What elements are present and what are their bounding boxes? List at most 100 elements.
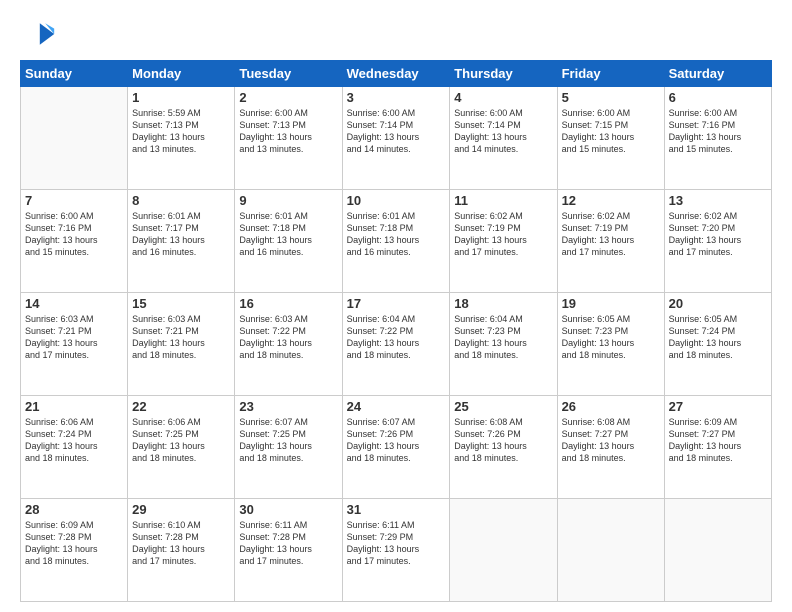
calendar-week-5: 28 Sunrise: 6:09 AM Sunset: 7:28 PM Dayli…	[21, 499, 772, 602]
day-info: Sunrise: 6:05 AM Sunset: 7:24 PM Dayligh…	[669, 313, 767, 362]
calendar-cell: 22 Sunrise: 6:06 AM Sunset: 7:25 PM Dayli…	[128, 396, 235, 499]
day-info: Sunrise: 6:11 AM Sunset: 7:29 PM Dayligh…	[347, 519, 446, 568]
day-number: 7	[25, 193, 123, 208]
day-number: 6	[669, 90, 767, 105]
calendar-cell: 21Sunrise: 6:06 AM Sunset: 7:24 PM Dayli…	[21, 396, 128, 499]
calendar-cell	[450, 499, 557, 602]
header-day-friday: Friday	[557, 61, 664, 87]
calendar-cell: 10 Sunrise: 6:01 AM Sunset: 7:18 PM Dayli…	[342, 190, 450, 293]
day-info: Sunrise: 6:04 AM Sunset: 7:23 PM Dayligh…	[454, 313, 552, 362]
day-info: Sunrise: 6:00 AM Sunset: 7:14 PM Dayligh…	[454, 107, 552, 156]
day-number: 15	[132, 296, 230, 311]
calendar-cell: 29Sunrise: 6:10 AM Sunset: 7:28 PM Dayli…	[128, 499, 235, 602]
day-info: Sunrise: 6:02 AM Sunset: 7:19 PM Dayligh…	[454, 210, 552, 259]
day-number: 2	[239, 90, 337, 105]
day-number: 10	[347, 193, 446, 208]
day-number: 8	[132, 193, 230, 208]
calendar-week-2: 7Sunrise: 6:00 AM Sunset: 7:16 PM Daylig…	[21, 190, 772, 293]
day-info: Sunrise: 6:03 AM Sunset: 7:21 PM Dayligh…	[132, 313, 230, 362]
day-info: Sunrise: 6:01 AM Sunset: 7:18 PM Dayligh…	[239, 210, 337, 259]
day-number: 9	[239, 193, 337, 208]
logo-icon	[20, 16, 56, 52]
day-info: Sunrise: 6:06 AM Sunset: 7:25 PM Dayligh…	[132, 416, 230, 465]
calendar-cell: 19 Sunrise: 6:05 AM Sunset: 7:23 PM Dayli…	[557, 293, 664, 396]
day-number: 22	[132, 399, 230, 414]
day-info: Sunrise: 6:00 AM Sunset: 7:15 PM Dayligh…	[562, 107, 660, 156]
header	[20, 16, 772, 52]
day-info: Sunrise: 6:08 AM Sunset: 7:27 PM Dayligh…	[562, 416, 660, 465]
day-info: Sunrise: 6:02 AM Sunset: 7:19 PM Dayligh…	[562, 210, 660, 259]
page: SundayMondayTuesdayWednesdayThursdayFrid…	[0, 0, 792, 612]
day-number: 12	[562, 193, 660, 208]
day-info: Sunrise: 6:05 AM Sunset: 7:23 PM Dayligh…	[562, 313, 660, 362]
day-info: Sunrise: 6:09 AM Sunset: 7:27 PM Dayligh…	[669, 416, 767, 465]
header-day-thursday: Thursday	[450, 61, 557, 87]
calendar-cell	[557, 499, 664, 602]
calendar-cell: 20 Sunrise: 6:05 AM Sunset: 7:24 PM Dayli…	[664, 293, 771, 396]
day-info: Sunrise: 6:03 AM Sunset: 7:22 PM Dayligh…	[239, 313, 337, 362]
calendar-cell	[664, 499, 771, 602]
calendar-cell: 31 Sunrise: 6:11 AM Sunset: 7:29 PM Dayli…	[342, 499, 450, 602]
day-info: Sunrise: 5:59 AM Sunset: 7:13 PM Dayligh…	[132, 107, 230, 156]
day-number: 25	[454, 399, 552, 414]
day-number: 1	[132, 90, 230, 105]
day-number: 3	[347, 90, 446, 105]
header-day-tuesday: Tuesday	[235, 61, 342, 87]
calendar-week-4: 21Sunrise: 6:06 AM Sunset: 7:24 PM Dayli…	[21, 396, 772, 499]
day-info: Sunrise: 6:06 AM Sunset: 7:24 PM Dayligh…	[25, 416, 123, 465]
calendar-cell: 23 Sunrise: 6:07 AM Sunset: 7:25 PM Dayli…	[235, 396, 342, 499]
day-number: 13	[669, 193, 767, 208]
day-number: 18	[454, 296, 552, 311]
header-day-monday: Monday	[128, 61, 235, 87]
day-info: Sunrise: 6:08 AM Sunset: 7:26 PM Dayligh…	[454, 416, 552, 465]
day-number: 23	[239, 399, 337, 414]
day-number: 29	[132, 502, 230, 517]
calendar-cell: 8 Sunrise: 6:01 AM Sunset: 7:17 PM Daylig…	[128, 190, 235, 293]
calendar-week-3: 14 Sunrise: 6:03 AM Sunset: 7:21 PM Dayli…	[21, 293, 772, 396]
calendar-cell: 25 Sunrise: 6:08 AM Sunset: 7:26 PM Dayli…	[450, 396, 557, 499]
calendar-week-1: 1 Sunrise: 5:59 AM Sunset: 7:13 PM Daylig…	[21, 87, 772, 190]
day-info: Sunrise: 6:03 AM Sunset: 7:21 PM Dayligh…	[25, 313, 123, 362]
calendar-cell: 3Sunrise: 6:00 AM Sunset: 7:14 PM Daylig…	[342, 87, 450, 190]
day-info: Sunrise: 6:07 AM Sunset: 7:26 PM Dayligh…	[347, 416, 446, 465]
calendar-cell: 26 Sunrise: 6:08 AM Sunset: 7:27 PM Dayli…	[557, 396, 664, 499]
calendar-cell: 1 Sunrise: 5:59 AM Sunset: 7:13 PM Daylig…	[128, 87, 235, 190]
calendar-cell: 15 Sunrise: 6:03 AM Sunset: 7:21 PM Dayli…	[128, 293, 235, 396]
day-info: Sunrise: 6:04 AM Sunset: 7:22 PM Dayligh…	[347, 313, 446, 362]
day-info: Sunrise: 6:01 AM Sunset: 7:18 PM Dayligh…	[347, 210, 446, 259]
day-info: Sunrise: 6:09 AM Sunset: 7:28 PM Dayligh…	[25, 519, 123, 568]
calendar-cell: 14 Sunrise: 6:03 AM Sunset: 7:21 PM Dayli…	[21, 293, 128, 396]
day-number: 14	[25, 296, 123, 311]
day-info: Sunrise: 6:07 AM Sunset: 7:25 PM Dayligh…	[239, 416, 337, 465]
day-info: Sunrise: 6:01 AM Sunset: 7:17 PM Dayligh…	[132, 210, 230, 259]
day-info: Sunrise: 6:00 AM Sunset: 7:16 PM Dayligh…	[669, 107, 767, 156]
day-number: 26	[562, 399, 660, 414]
day-number: 28	[25, 502, 123, 517]
day-number: 31	[347, 502, 446, 517]
calendar-cell	[21, 87, 128, 190]
day-number: 20	[669, 296, 767, 311]
calendar-cell: 24Sunrise: 6:07 AM Sunset: 7:26 PM Dayli…	[342, 396, 450, 499]
day-number: 5	[562, 90, 660, 105]
header-row: SundayMondayTuesdayWednesdayThursdayFrid…	[21, 61, 772, 87]
calendar-body: 1 Sunrise: 5:59 AM Sunset: 7:13 PM Daylig…	[21, 87, 772, 602]
calendar-cell: 9 Sunrise: 6:01 AM Sunset: 7:18 PM Daylig…	[235, 190, 342, 293]
calendar-cell: 2Sunrise: 6:00 AM Sunset: 7:13 PM Daylig…	[235, 87, 342, 190]
day-number: 11	[454, 193, 552, 208]
day-number: 4	[454, 90, 552, 105]
day-number: 27	[669, 399, 767, 414]
calendar-cell: 7Sunrise: 6:00 AM Sunset: 7:16 PM Daylig…	[21, 190, 128, 293]
header-day-sunday: Sunday	[21, 61, 128, 87]
logo	[20, 16, 60, 52]
day-number: 30	[239, 502, 337, 517]
day-number: 16	[239, 296, 337, 311]
day-number: 19	[562, 296, 660, 311]
calendar-cell: 28 Sunrise: 6:09 AM Sunset: 7:28 PM Dayli…	[21, 499, 128, 602]
calendar-cell: 17Sunrise: 6:04 AM Sunset: 7:22 PM Dayli…	[342, 293, 450, 396]
calendar-cell: 12 Sunrise: 6:02 AM Sunset: 7:19 PM Dayli…	[557, 190, 664, 293]
header-day-saturday: Saturday	[664, 61, 771, 87]
calendar-cell: 18 Sunrise: 6:04 AM Sunset: 7:23 PM Dayli…	[450, 293, 557, 396]
calendar-cell: 30Sunrise: 6:11 AM Sunset: 7:28 PM Dayli…	[235, 499, 342, 602]
calendar-cell: 4 Sunrise: 6:00 AM Sunset: 7:14 PM Daylig…	[450, 87, 557, 190]
calendar-cell: 5 Sunrise: 6:00 AM Sunset: 7:15 PM Daylig…	[557, 87, 664, 190]
